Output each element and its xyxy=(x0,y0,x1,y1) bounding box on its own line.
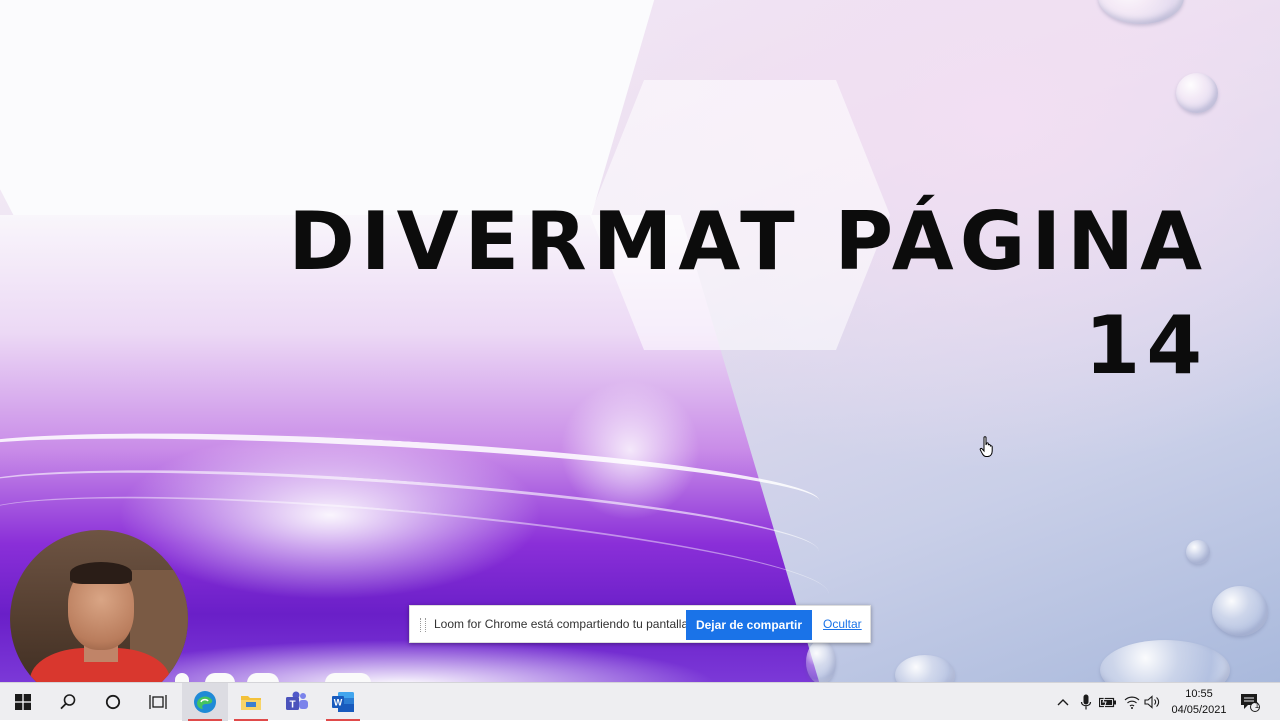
search-icon xyxy=(60,694,76,710)
slide-title-line-2: 14 xyxy=(1084,299,1208,392)
network-status[interactable] xyxy=(1123,693,1141,711)
windows-taskbar: T W 10:55 04/05/2021 1 xyxy=(0,682,1280,721)
taskbar-app-teams[interactable]: T xyxy=(274,683,320,721)
show-hidden-icons-button[interactable] xyxy=(1054,693,1072,711)
chevron-up-icon xyxy=(1057,699,1069,706)
slide-title-line-1: DIVERMAT PÁGINA xyxy=(288,195,1208,288)
volume-icon xyxy=(1144,695,1160,709)
water-drop xyxy=(806,640,836,682)
webcam-person-hair xyxy=(70,562,132,584)
svg-text:W: W xyxy=(334,698,343,708)
word-icon: W xyxy=(332,692,354,712)
task-view-icon xyxy=(149,695,167,709)
taskbar-app-file-explorer[interactable] xyxy=(228,683,274,721)
water-drop xyxy=(1186,540,1210,564)
action-center-button[interactable]: 1 xyxy=(1240,692,1260,712)
hide-link[interactable]: Ocultar xyxy=(823,617,862,631)
battery-status[interactable] xyxy=(1099,693,1117,711)
taskbar-clock[interactable]: 10:55 04/05/2021 xyxy=(1166,686,1232,718)
water-drop xyxy=(1100,640,1230,682)
loom-sharing-bar: Loom for Chrome está compartiendo tu pan… xyxy=(409,605,871,643)
water-drop xyxy=(1098,0,1184,24)
clock-date: 04/05/2021 xyxy=(1171,704,1227,716)
svg-text:T: T xyxy=(289,700,295,711)
water-drop xyxy=(895,655,955,682)
teams-icon: T xyxy=(286,691,308,711)
clock-time: 10:55 xyxy=(1185,688,1213,700)
loom-sharing-message: Loom for Chrome está compartiendo tu pan… xyxy=(434,617,692,631)
file-explorer-icon xyxy=(241,696,261,710)
slide-title: DIVERMAT PÁGINA 14 xyxy=(288,190,1208,398)
drag-handle-icon[interactable] xyxy=(420,618,426,632)
microphone-status[interactable] xyxy=(1077,693,1095,711)
taskbar-app-word[interactable]: W xyxy=(320,683,366,721)
presentation-slide: DIVERMAT PÁGINA 14 xyxy=(0,0,1280,682)
wifi-icon xyxy=(1124,696,1140,709)
light-glow xyxy=(560,380,700,520)
cortana-icon xyxy=(105,694,121,710)
cortana-button[interactable] xyxy=(90,683,136,721)
microphone-icon xyxy=(1080,694,1092,710)
notification-count: 1 xyxy=(1254,701,1260,710)
water-drop xyxy=(1176,73,1218,113)
water-drop xyxy=(1212,586,1268,636)
task-view-button[interactable] xyxy=(135,683,181,721)
background-hexagon-white xyxy=(0,0,660,220)
windows-start-icon xyxy=(15,694,31,710)
search-button[interactable] xyxy=(45,683,91,721)
stop-sharing-button[interactable]: Dejar de compartir xyxy=(686,610,812,640)
edge-icon xyxy=(194,691,216,713)
hand-cursor-icon xyxy=(979,436,993,457)
battery-icon xyxy=(1099,696,1116,708)
volume-status[interactable] xyxy=(1144,693,1162,711)
taskbar-app-edge[interactable] xyxy=(182,683,228,721)
start-button[interactable] xyxy=(0,683,46,721)
